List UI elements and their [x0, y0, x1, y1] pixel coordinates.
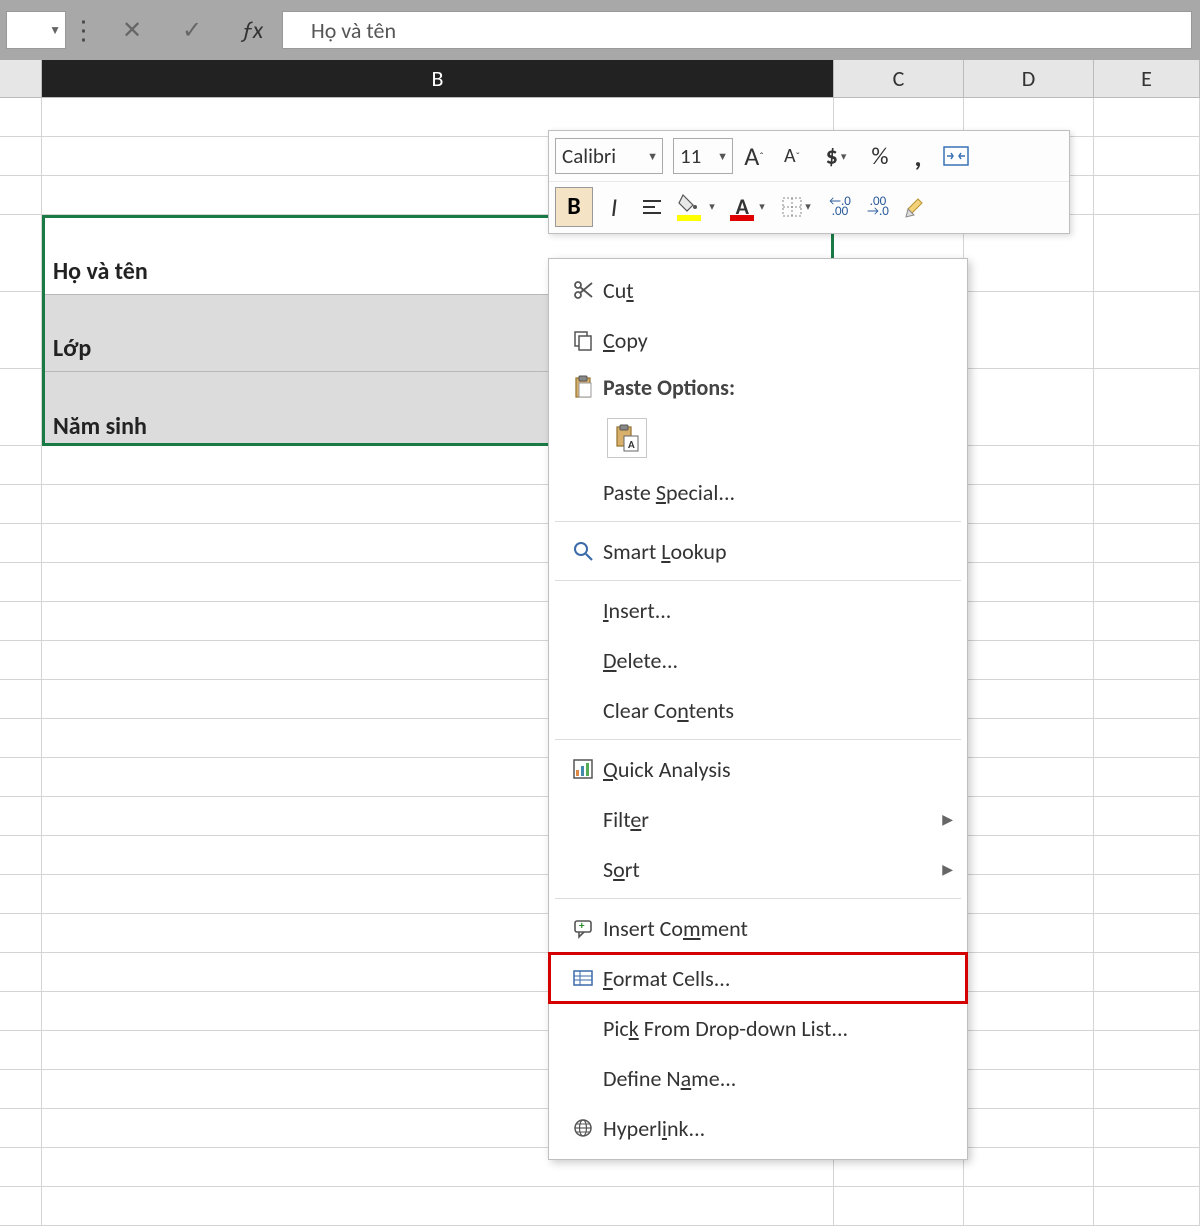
- cell-text: Năm sinh: [53, 412, 147, 441]
- menu-define-name[interactable]: Define Name...: [549, 1053, 967, 1103]
- comma-format-button[interactable]: ,: [901, 139, 935, 173]
- globe-icon: [563, 1117, 603, 1139]
- svg-text:A: A: [628, 438, 635, 451]
- menu-paste-special[interactable]: Paste Special...: [549, 467, 967, 517]
- menu-separator: [555, 898, 961, 899]
- up-caret-icon: ˆ: [759, 150, 763, 163]
- copy-icon: [563, 329, 603, 351]
- menu-hyperlink[interactable]: Hyperlink...: [549, 1103, 967, 1153]
- menu-separator: [555, 580, 961, 581]
- submenu-arrow-icon: ▶: [942, 861, 953, 878]
- quick-analysis-icon: [563, 758, 603, 780]
- menu-quick-analysis[interactable]: Quick Analysis: [549, 744, 967, 794]
- menu-insert[interactable]: Insert...: [549, 585, 967, 635]
- column-header-c[interactable]: C: [834, 60, 964, 97]
- svg-text:+: +: [579, 919, 585, 932]
- name-box[interactable]: ▼: [6, 11, 66, 49]
- bold-button[interactable]: B: [555, 187, 593, 227]
- comment-icon: +: [563, 917, 603, 939]
- formula-input[interactable]: Họ và tên: [282, 11, 1192, 49]
- font-size-combo[interactable]: 11 ▼: [673, 138, 733, 174]
- paste-default-button[interactable]: A: [607, 418, 647, 458]
- chevron-down-icon: ▾: [709, 200, 715, 213]
- merge-center-button[interactable]: [939, 139, 973, 173]
- fx-label[interactable]: ƒx: [222, 11, 282, 49]
- column-headers: B C D E: [0, 60, 1200, 98]
- mini-toolbar: Calibri ▼ 11 ▼ Aˆ Aˇ $▾ % , B I ▾: [548, 130, 1070, 234]
- decrease-decimal-button[interactable]: .00 →.0: [861, 190, 895, 224]
- menu-sort[interactable]: Sort ▶: [549, 844, 967, 894]
- column-header-e[interactable]: E: [1094, 60, 1200, 97]
- align-button[interactable]: [635, 190, 669, 224]
- cancel-edit-button: ✕: [102, 11, 162, 49]
- menu-copy[interactable]: Copy: [549, 315, 967, 365]
- down-caret-icon: ˇ: [796, 150, 800, 163]
- menu-insert-comment[interactable]: + Insert Comment: [549, 903, 967, 953]
- menu-dots-icon[interactable]: ⋮: [71, 27, 98, 33]
- decrease-font-button[interactable]: Aˇ: [775, 139, 809, 173]
- formula-bar: ▼ ⋮ ✕ ✓ ƒx Họ và tên: [0, 0, 1200, 60]
- font-color-swatch: [730, 215, 754, 221]
- confirm-edit-button: ✓: [162, 11, 222, 49]
- chevron-down-icon: ▾: [841, 150, 847, 163]
- menu-cut[interactable]: Cut: [549, 265, 967, 315]
- menu-clear-contents[interactable]: Clear Contents: [549, 685, 967, 735]
- percent-format-button[interactable]: %: [863, 139, 897, 173]
- italic-button[interactable]: I: [597, 190, 631, 224]
- chevron-down-icon: ▾: [759, 200, 765, 213]
- menu-format-cells[interactable]: Format Cells...: [549, 953, 967, 1003]
- toolbar-separator: ⋮: [66, 27, 102, 33]
- scissors-icon: [563, 279, 603, 301]
- context-menu: Cut Copy Paste Options: A Paste Special.…: [548, 258, 968, 1160]
- formula-text: Họ và tên: [311, 17, 396, 44]
- borders-button[interactable]: ▾: [773, 190, 819, 224]
- format-painter-button[interactable]: [899, 190, 933, 224]
- cell-text: Lớp: [53, 334, 91, 363]
- search-icon: [563, 540, 603, 562]
- chevron-down-icon: ▾: [805, 200, 811, 213]
- chevron-down-icon: ▼: [49, 23, 61, 38]
- column-header-d[interactable]: D: [964, 60, 1094, 97]
- submenu-arrow-icon: ▶: [942, 811, 953, 828]
- fill-color-button[interactable]: ▾: [673, 190, 719, 224]
- chevron-down-icon: ▼: [647, 150, 658, 163]
- font-combo[interactable]: Calibri ▼: [555, 138, 663, 174]
- column-header-b[interactable]: B: [42, 60, 834, 97]
- menu-separator: [555, 739, 961, 740]
- increase-decimal-button[interactable]: ←.0 .00: [823, 190, 857, 224]
- accounting-format-button[interactable]: $▾: [813, 139, 859, 173]
- select-all-corner[interactable]: [0, 60, 42, 97]
- menu-delete[interactable]: Delete...: [549, 635, 967, 685]
- clipboard-icon: [563, 375, 603, 399]
- menu-smart-lookup[interactable]: Smart Lookup: [549, 526, 967, 576]
- menu-paste-options-label: Paste Options:: [549, 365, 967, 409]
- chevron-down-icon: ▼: [717, 150, 728, 163]
- format-cells-icon: [563, 967, 603, 989]
- fill-color-swatch: [677, 215, 701, 221]
- increase-font-button[interactable]: Aˆ: [737, 139, 771, 173]
- menu-paste-options-row: A: [549, 409, 967, 467]
- font-color-button[interactable]: A ▾: [723, 190, 769, 224]
- menu-filter[interactable]: Filter ▶: [549, 794, 967, 844]
- menu-pick-from-list[interactable]: Pick From Drop-down List...: [549, 1003, 967, 1053]
- menu-separator: [555, 521, 961, 522]
- cell-text: Họ và tên: [53, 257, 148, 286]
